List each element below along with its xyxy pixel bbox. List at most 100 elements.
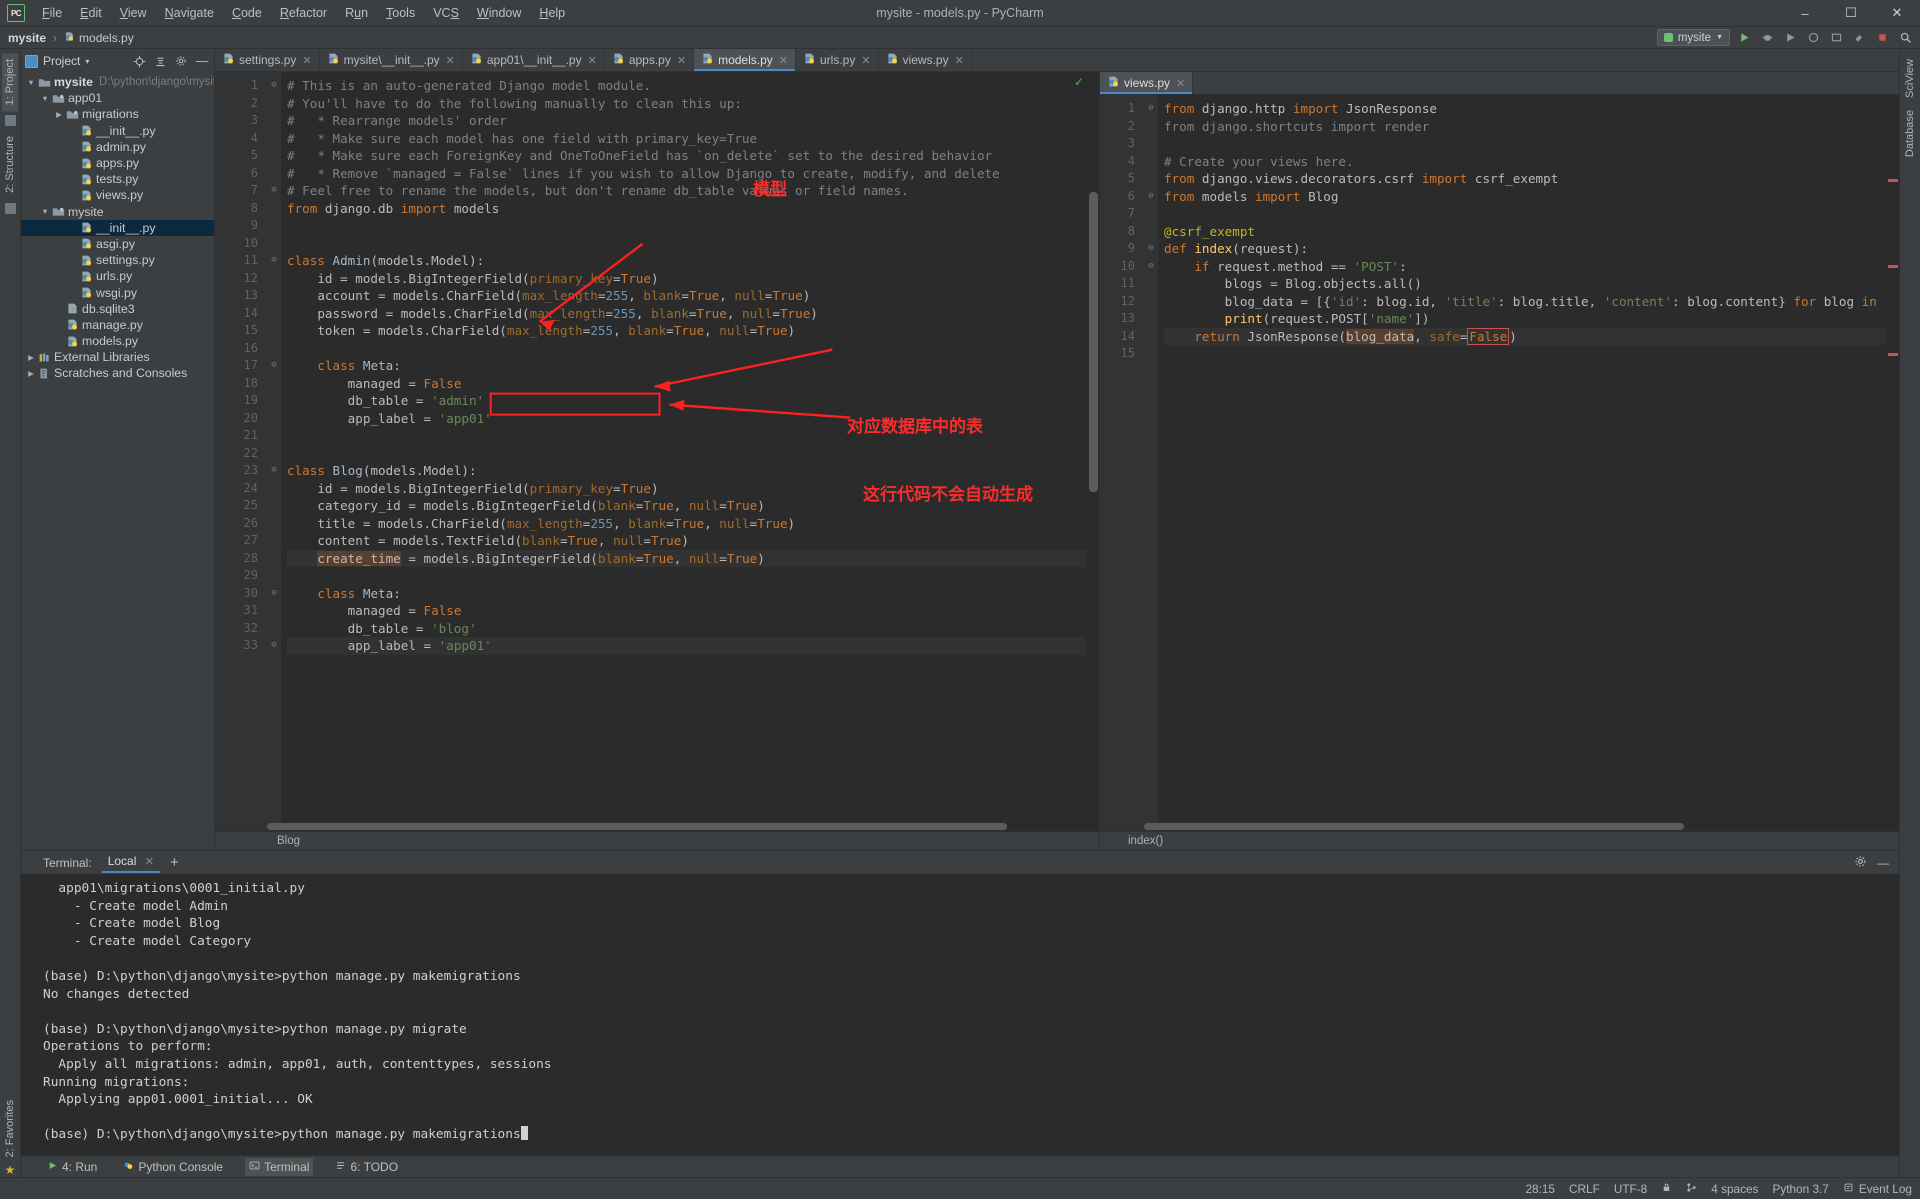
code-line[interactable]: return JsonResponse(blog_data, safe= Fals… bbox=[1164, 327, 1899, 345]
code-lines-left[interactable]: # This is an auto-generated Django model… bbox=[281, 72, 1099, 831]
code-line[interactable]: db_table = 'blog' bbox=[287, 620, 1099, 638]
code-line[interactable]: id = models.BigIntegerField(primary_key=… bbox=[287, 480, 1099, 498]
menu-item-navigate[interactable]: Navigate bbox=[156, 3, 223, 23]
fold-toggle-icon[interactable]: ⊖ bbox=[267, 585, 281, 603]
tree-item-tests-py[interactable]: tests.py bbox=[21, 171, 214, 187]
terminal-output[interactable]: app01\migrations\0001_initial.py - Creat… bbox=[21, 874, 1899, 1155]
code-line[interactable]: class Meta: bbox=[287, 585, 1099, 603]
menu-item-refactor[interactable]: Refactor bbox=[271, 3, 336, 23]
sidebar-item-structure[interactable]: 2: Structure bbox=[2, 130, 18, 199]
code-line[interactable]: class Admin(models.Model): bbox=[287, 252, 1099, 270]
code-line[interactable]: password = models.CharField(max_length=2… bbox=[287, 305, 1099, 323]
code-line[interactable]: token = models.CharField(max_length=255,… bbox=[287, 322, 1099, 340]
tree-item-db-sqlite3[interactable]: ? db.sqlite3 bbox=[21, 301, 214, 317]
editor-tab-views-py[interactable]: views.py ✕ bbox=[878, 49, 972, 71]
tree-item-mysite[interactable]: ▼ mysite D:\python\django\mysite bbox=[21, 74, 214, 90]
right-editor-tab-views-py[interactable]: views.py ✕ bbox=[1100, 72, 1194, 94]
close-button[interactable]: ✕ bbox=[1874, 0, 1920, 27]
event-log-button[interactable]: Event Log bbox=[1843, 1182, 1912, 1196]
tree-item-asgi-py[interactable]: asgi.py bbox=[21, 236, 214, 252]
close-icon[interactable]: ✕ bbox=[446, 54, 455, 67]
code-line[interactable]: from models import Blog bbox=[1164, 188, 1899, 206]
tree-expand-arrow[interactable]: ▶ bbox=[53, 110, 65, 119]
tree-item-scratches-and-consoles[interactable]: ▶ Scratches and Consoles bbox=[21, 365, 214, 381]
horizontal-scrollbar-right[interactable] bbox=[1144, 822, 1886, 831]
horizontal-scrollbar-left[interactable] bbox=[267, 822, 1086, 831]
code-line[interactable]: category_id = models.BigIntegerField(bla… bbox=[287, 497, 1099, 515]
add-terminal-button[interactable]: + bbox=[170, 854, 179, 871]
menu-item-code[interactable]: Code bbox=[223, 3, 271, 23]
sidebar-item-sciview[interactable]: SciView bbox=[1902, 53, 1918, 104]
code-line[interactable]: managed = False bbox=[287, 602, 1099, 620]
fold-toggle-icon[interactable]: ⊖ bbox=[1144, 240, 1158, 258]
code-line[interactable]: title = models.CharField(max_length=255,… bbox=[287, 515, 1099, 533]
scroll-thumb-h[interactable] bbox=[1144, 823, 1684, 830]
tree-item-urls-py[interactable]: urls.py bbox=[21, 268, 214, 284]
interpreter-selector[interactable]: Python 3.7 bbox=[1772, 1182, 1828, 1196]
bottom-tool-6-todo[interactable]: 6: TODO bbox=[331, 1158, 402, 1176]
debug-icon[interactable] bbox=[1759, 29, 1776, 46]
attach-icon[interactable] bbox=[1828, 29, 1845, 46]
breadcrumb-bar-left[interactable]: Blog bbox=[215, 831, 1099, 850]
fold-gutter-right[interactable]: ⊖ ⊖ ⊖ ⊖ bbox=[1144, 95, 1158, 831]
code-line[interactable] bbox=[287, 567, 1099, 585]
lock-icon[interactable] bbox=[1661, 1182, 1672, 1196]
right-pane-tab-bar[interactable]: views.py ✕ bbox=[1100, 72, 1899, 95]
tree-item--init-py[interactable]: __init__.py bbox=[21, 219, 214, 236]
code-line[interactable]: from django.http import JsonResponse bbox=[1164, 100, 1899, 118]
tree-expand-arrow[interactable]: ▶ bbox=[25, 369, 37, 378]
code-line[interactable]: content = models.TextField(blank=True, n… bbox=[287, 532, 1099, 550]
close-icon[interactable]: ✕ bbox=[779, 54, 788, 67]
sidebar-item-database[interactable]: Database bbox=[1902, 104, 1918, 163]
hide-icon[interactable]: — bbox=[194, 53, 210, 69]
close-icon[interactable]: ✕ bbox=[1176, 77, 1185, 90]
editor-tab-mysite-init-py[interactable]: mysite\__init__.py ✕ bbox=[319, 49, 463, 71]
code-line[interactable] bbox=[1164, 205, 1899, 223]
chevron-down-icon[interactable]: ▾ bbox=[85, 57, 89, 66]
menu-item-window[interactable]: Window bbox=[468, 3, 530, 23]
close-icon[interactable]: ✕ bbox=[302, 54, 311, 67]
editor-tab-bar[interactable]: settings.py ✕ mysite\__init__.py ✕ app01\__i… bbox=[215, 49, 1899, 72]
tree-expand-arrow[interactable]: ▼ bbox=[25, 78, 37, 87]
close-icon[interactable]: ✕ bbox=[955, 54, 964, 67]
code-line[interactable]: # * Make sure each ForeignKey and OneToO… bbox=[287, 147, 1099, 165]
indent-setting[interactable]: 4 spaces bbox=[1711, 1182, 1758, 1196]
code-viewport-left[interactable]: 1 2 3 4 5 6 7 8 9 10 11 12 13 14 15 16 17 18 19 20 21 22 23 24 2… bbox=[215, 72, 1099, 831]
tree-item-apps-py[interactable]: apps.py bbox=[21, 155, 214, 171]
breadcrumb-bar-right[interactable]: index() bbox=[1100, 831, 1899, 850]
build-icon[interactable] bbox=[1851, 29, 1868, 46]
fold-toggle-icon[interactable]: ⊖ bbox=[1144, 100, 1158, 118]
close-icon[interactable]: ✕ bbox=[677, 54, 686, 67]
bottom-tool-bar[interactable]: 4: Run Python Console Terminal 6: TODO bbox=[21, 1155, 1899, 1177]
close-icon[interactable]: ✕ bbox=[145, 856, 154, 868]
code-line[interactable]: id = models.BigIntegerField(primary_key=… bbox=[287, 270, 1099, 288]
code-line[interactable]: # You'll have to do the following manual… bbox=[287, 95, 1099, 113]
run-icon[interactable] bbox=[1736, 29, 1753, 46]
fold-toggle-icon[interactable]: ⊖ bbox=[267, 357, 281, 375]
fold-gutter-left[interactable]: ⊖ ⊖ ⊖ ⊖ ⊖ ⊖ ⊖ bbox=[267, 72, 281, 831]
locate-icon[interactable] bbox=[131, 53, 147, 69]
coverage-icon[interactable] bbox=[1782, 29, 1799, 46]
minimize-button[interactable]: – bbox=[1782, 0, 1828, 27]
code-line[interactable]: @csrf_exempt bbox=[1164, 223, 1899, 241]
code-viewport-right[interactable]: 1 2 3 4 5 6 7 8 9 10 11 12 13 14 15 ⊖ ⊖ ⊖ ⊖ from django.h… bbox=[1100, 95, 1899, 831]
menu-item-tools[interactable]: Tools bbox=[377, 3, 424, 23]
code-line[interactable]: blogs = Blog.objects.all() bbox=[1164, 275, 1899, 293]
fold-toggle-icon[interactable]: ⊖ bbox=[267, 462, 281, 480]
sidebar-item-favorites[interactable]: 2: Favorites bbox=[2, 1094, 18, 1163]
breadcrumb-project[interactable]: mysite bbox=[8, 31, 46, 45]
close-icon[interactable]: ✕ bbox=[588, 54, 597, 67]
code-line[interactable]: # * Rearrange models' order bbox=[287, 112, 1099, 130]
editor-tab-models-py[interactable]: models.py ✕ bbox=[694, 49, 796, 71]
encoding[interactable]: UTF-8 bbox=[1614, 1182, 1647, 1196]
line-separator[interactable]: CRLF bbox=[1569, 1182, 1600, 1196]
code-line[interactable]: blog_data = [{'id': blog.id, 'title': bl… bbox=[1164, 293, 1899, 311]
code-line[interactable] bbox=[287, 235, 1099, 253]
stop-icon[interactable] bbox=[1874, 29, 1891, 46]
code-line[interactable]: create_time = models.BigIntegerField(bla… bbox=[287, 549, 1099, 567]
error-stripe-marker[interactable] bbox=[1888, 179, 1898, 182]
tree-item-migrations[interactable]: ▶ migrations bbox=[21, 106, 214, 122]
fold-toggle-icon[interactable]: ⊖ bbox=[267, 252, 281, 270]
error-stripe-marker[interactable] bbox=[1888, 353, 1898, 356]
vertical-scrollbar-left[interactable] bbox=[1086, 72, 1099, 831]
